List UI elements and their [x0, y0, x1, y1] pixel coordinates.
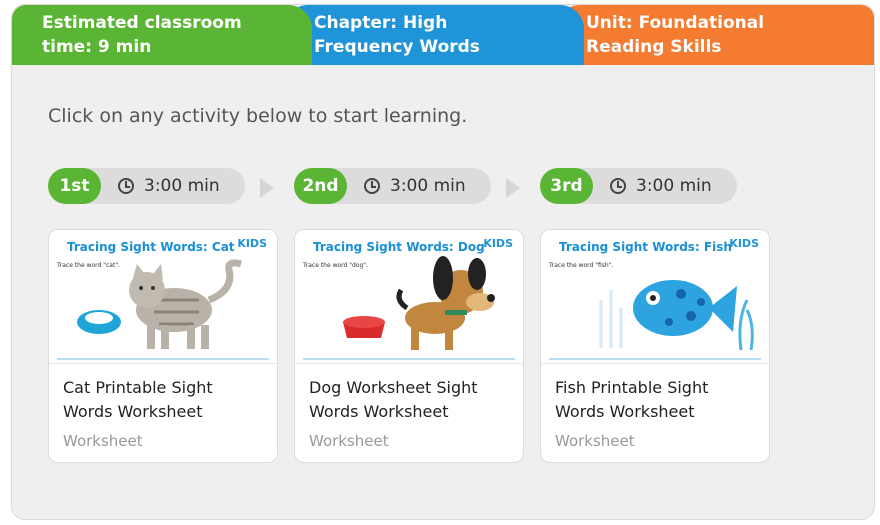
step-time: 3:00 min	[636, 176, 712, 196]
step-pill-2[interactable]: 2nd 3:00 min	[294, 168, 491, 204]
activity-card-fish[interactable]: Tracing Sight Words: Fish KIDS Trace the…	[540, 229, 770, 463]
step-pill-3[interactable]: 3rd 3:00 min	[540, 168, 737, 204]
estimated-time-tab: Estimated classroom time: 9 min	[12, 5, 312, 65]
info-tabs: Estimated classroom time: 9 min Chapter:…	[12, 5, 874, 65]
clock-icon	[364, 178, 380, 194]
tracing-line	[549, 358, 761, 360]
clock-icon	[610, 178, 626, 194]
step-rank: 3rd	[540, 168, 593, 204]
card-type: Worksheet	[63, 432, 143, 450]
step-time: 3:00 min	[390, 176, 466, 196]
activity-panel: Estimated classroom time: 9 min Chapter:…	[11, 4, 875, 520]
activity-card-dog[interactable]: Tracing Sight Words: Dog KIDS Trace the …	[294, 229, 524, 463]
chapter-tab[interactable]: Chapter: High Frequency Words	[284, 5, 584, 65]
cat-illustration	[77, 259, 242, 349]
arrow-right-icon	[260, 178, 274, 198]
worksheet-thumbnail[interactable]: Tracing Sight Words: Fish KIDS Trace the…	[541, 230, 769, 364]
worksheet-thumbnail[interactable]: Tracing Sight Words: Dog KIDS Trace the …	[295, 230, 523, 364]
card-type: Worksheet	[309, 432, 389, 450]
tracing-line	[303, 358, 515, 360]
unit-tab[interactable]: Unit: Foundational Reading Skills	[556, 5, 874, 65]
card-title[interactable]: Dog Worksheet Sight Words Worksheet	[309, 376, 509, 424]
step-pill-1[interactable]: 1st 3:00 min	[48, 168, 245, 204]
intro-text: Click on any activity below to start lea…	[48, 105, 468, 127]
clock-icon	[118, 178, 134, 194]
card-type: Worksheet	[555, 432, 635, 450]
fish-illustration	[599, 280, 754, 351]
step-time: 3:00 min	[144, 176, 220, 196]
step-rank: 1st	[48, 168, 101, 204]
dog-illustration	[343, 256, 495, 350]
card-title[interactable]: Fish Printable Sight Words Worksheet	[555, 376, 755, 424]
card-title[interactable]: Cat Printable Sight Words Worksheet	[63, 376, 263, 424]
arrow-right-icon	[506, 178, 520, 198]
tracing-line	[57, 358, 269, 360]
activity-card-cat[interactable]: Tracing Sight Words: Cat KIDS Trace the …	[48, 229, 278, 463]
step-rank: 2nd	[294, 168, 347, 204]
worksheet-thumbnail[interactable]: Tracing Sight Words: Cat KIDS Trace the …	[49, 230, 277, 364]
